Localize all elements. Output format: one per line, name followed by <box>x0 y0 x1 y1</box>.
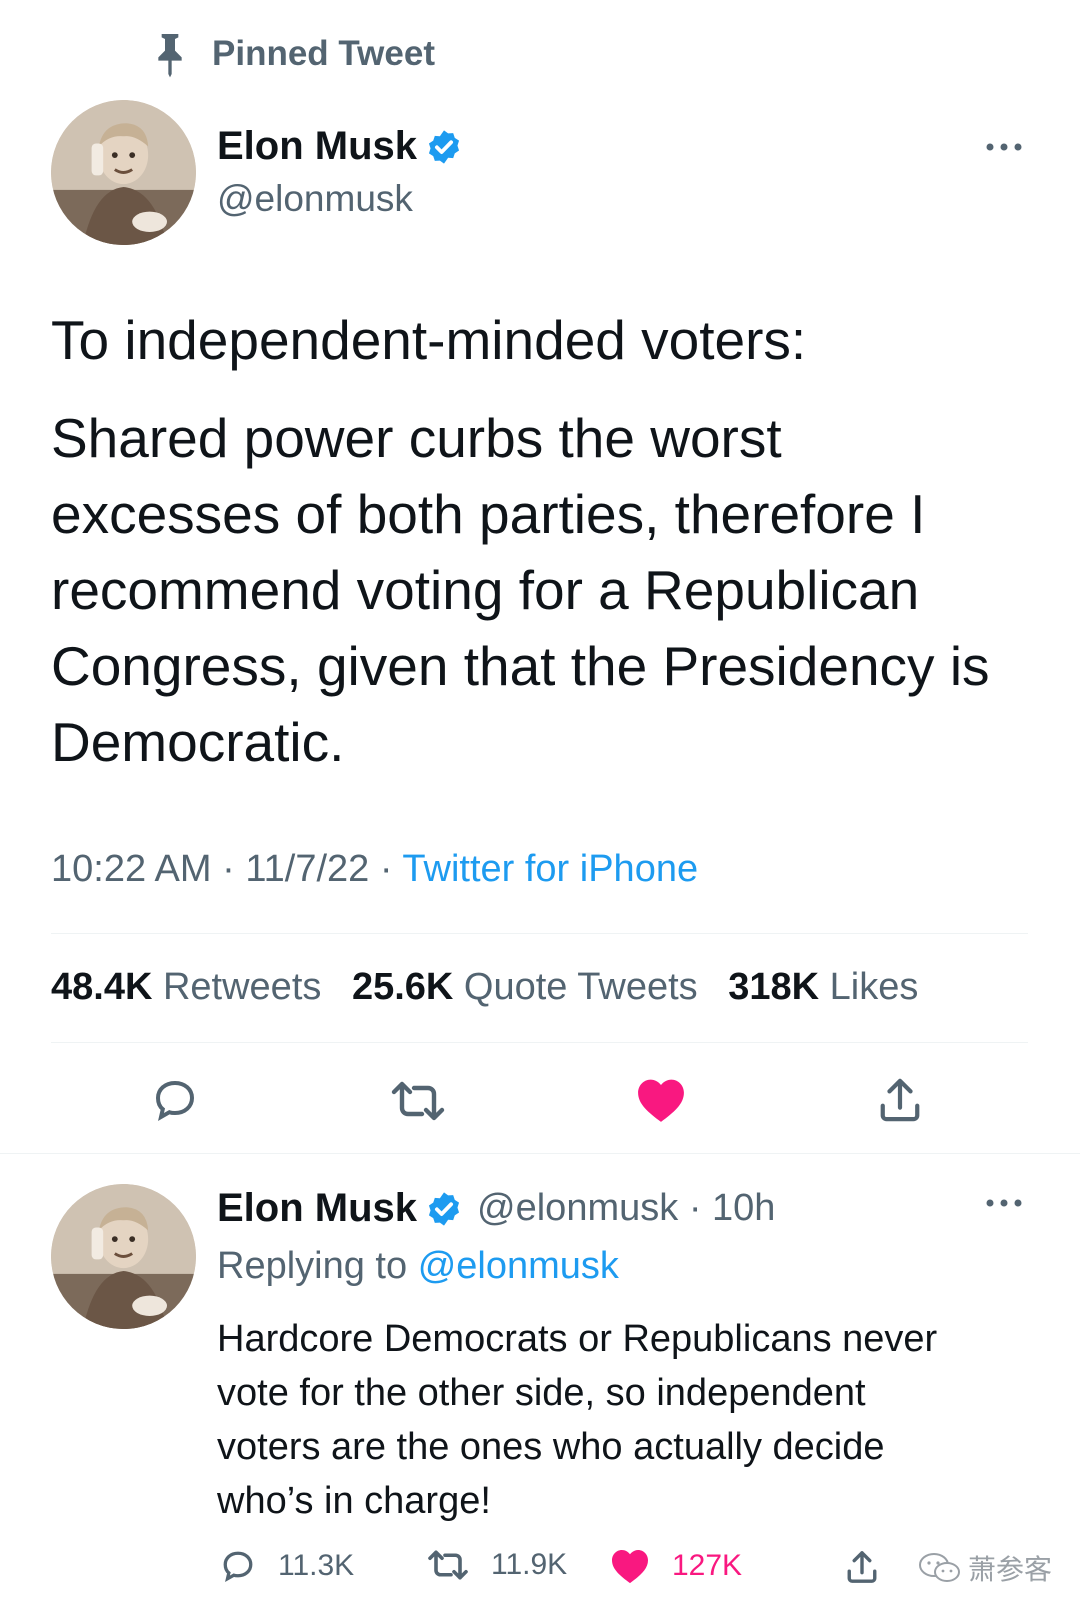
share-icon[interactable] <box>877 1075 923 1125</box>
reply-text-line: Hardcore Democrats or Republicans never <box>217 1318 938 1360</box>
likes-label: Likes <box>829 966 919 1008</box>
tweet-text-line: To independent-minded voters: <box>51 309 807 371</box>
tweet-timestamp-row: 10:22 AM · 11/7/22 · Twitter for iPhone <box>51 848 698 891</box>
quote-tweets-stat[interactable]: 25.6K Quote Tweets <box>352 966 698 1008</box>
reply-icon[interactable] <box>151 1076 199 1124</box>
pinned-tweet-header: Pinned Tweet <box>150 30 435 78</box>
tweet-text-line: Shared power curbs the worst <box>51 407 782 469</box>
more-options-icon[interactable] <box>984 1196 1024 1210</box>
retweets-count: 48.4K <box>51 966 153 1008</box>
tweet-stats-row: 48.4K Retweets 25.6K Quote Tweets 318K L… <box>51 966 918 1009</box>
watermark-text: 萧参客 <box>968 1553 1053 1586</box>
reply-text-line: vote for the other side, so independent <box>217 1372 866 1414</box>
retweets-stat[interactable]: 48.4K Retweets <box>51 966 321 1008</box>
tweet-source-link[interactable]: Twitter for iPhone <box>402 848 698 890</box>
replying-to-mention[interactable]: @elonmusk <box>418 1245 619 1287</box>
retweet-icon <box>428 1550 468 1580</box>
avatar-photo <box>51 100 196 245</box>
avatar[interactable] <box>51 1184 196 1329</box>
replying-to-label: Replying to <box>217 1245 408 1287</box>
tweet-date[interactable]: 11/7/22 <box>245 848 369 890</box>
reply-handle-time: @elonmusk · 10h <box>477 1187 775 1230</box>
reply-count: 11.3K <box>278 1549 355 1582</box>
reply-retweet-button[interactable]: 11.9K <box>427 1548 567 1582</box>
replying-to-row: Replying to @elonmusk <box>217 1245 619 1288</box>
verified-badge-icon <box>428 1191 460 1226</box>
reply-icon <box>223 1551 253 1583</box>
like-heart-icon <box>612 1549 648 1584</box>
author-display-name[interactable]: Elon Musk <box>217 124 417 169</box>
tweet-text-line: Democratic. <box>51 711 345 773</box>
watermark: 萧参客 <box>918 1548 1052 1588</box>
verified-badge-icon <box>428 129 460 164</box>
reply-text-line: voters are the ones who actually decide <box>217 1426 885 1468</box>
separator-dot: · <box>688 1187 702 1229</box>
reply-text-line: who’s in charge! <box>217 1480 491 1522</box>
divider <box>51 933 1028 934</box>
reply-author-row[interactable]: Elon Musk @elonmusk · 10h <box>217 1186 775 1231</box>
tweet-text-intro: To independent-minded voters: <box>51 302 1051 378</box>
wechat-icon <box>919 1553 960 1582</box>
tweet-text-line: Congress, given that the Presidency is <box>51 635 990 697</box>
tweet-text-body: Shared power curbs the worst excesses of… <box>51 400 1051 780</box>
author-handle[interactable]: @elonmusk <box>217 178 413 220</box>
avatar-photo <box>51 1184 196 1329</box>
avatar[interactable] <box>51 100 196 245</box>
author-name-row[interactable]: Elon Musk <box>217 124 463 169</box>
divider <box>0 1153 1080 1154</box>
likes-stat[interactable]: 318K Likes <box>728 966 918 1008</box>
reply-reply-button[interactable]: 11.3K <box>220 1548 354 1584</box>
tweet-text-line: excesses of both parties, therefore I <box>51 483 926 545</box>
reply-author-display-name[interactable]: Elon Musk <box>217 1186 417 1231</box>
more-options-icon[interactable] <box>984 140 1024 154</box>
quote-tweets-label: Quote Tweets <box>463 966 698 1008</box>
retweets-label: Retweets <box>162 966 322 1008</box>
reply-share-button[interactable] <box>845 1548 879 1586</box>
pin-icon <box>158 34 182 78</box>
retweet-icon[interactable] <box>390 1080 446 1122</box>
like-count: 127K <box>672 1549 743 1582</box>
likes-count: 318K <box>728 966 820 1008</box>
reply-author-handle[interactable]: @elonmusk <box>477 1187 678 1229</box>
divider <box>51 1042 1028 1043</box>
share-icon <box>847 1551 877 1583</box>
quote-tweets-count: 25.6K <box>351 966 454 1008</box>
like-heart-icon[interactable] <box>636 1077 686 1123</box>
tweet-time[interactable]: 10:22 AM <box>51 848 212 890</box>
reply-age[interactable]: 10h <box>712 1187 775 1229</box>
separator-dot: · <box>222 848 235 890</box>
retweet-count: 11.9K <box>491 1548 568 1581</box>
reply-text: Hardcore Democrats or Republicans never … <box>217 1312 1057 1528</box>
reply-like-button[interactable]: 127K <box>610 1548 742 1584</box>
pinned-label: Pinned Tweet <box>212 34 435 73</box>
tweet-text-line: recommend voting for a Republican <box>51 559 920 621</box>
separator-dot: · <box>379 848 393 890</box>
